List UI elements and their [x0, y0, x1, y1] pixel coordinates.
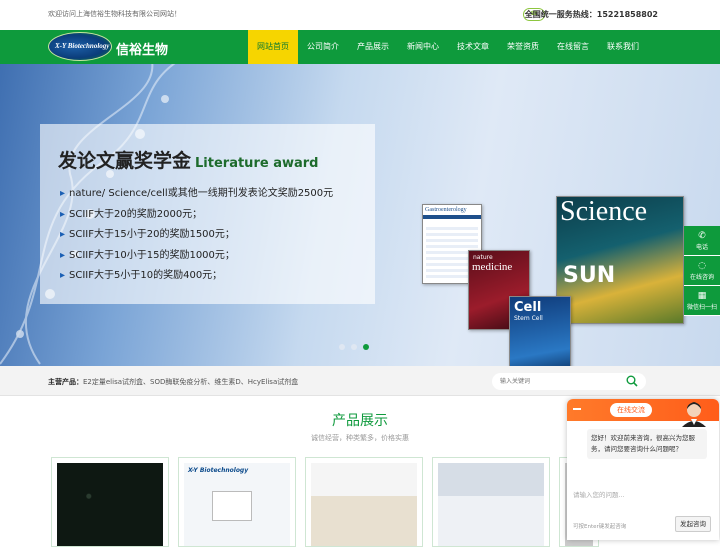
award-title-en: Literature award: [195, 156, 319, 171]
phone-icon: ✆: [698, 231, 706, 241]
welcome-text: 欢迎访问上海信裕生物科技有限公司网站！: [48, 10, 181, 18]
product-cards: X-Y Biotechnology: [51, 457, 599, 547]
search-icon[interactable]: [626, 375, 638, 387]
journal-title: Gastroenterology: [423, 205, 481, 219]
journal-subtitle: Stem Cell: [514, 315, 543, 322]
top-bar: 欢迎访问上海信裕生物科技有限公司网站！ ☎ 全国统一服务热线：152218588…: [0, 0, 720, 30]
award-list: nature/ Science/cell或其他一线期刊发表论文奖励2500元 S…: [60, 184, 333, 287]
nav-menu: 网站首页 公司简介 产品展示 新闻中心 技术文章 荣誉资质 在线留言 联系我们: [248, 30, 648, 64]
sidebar-label: 微信扫一扫: [686, 304, 717, 311]
award-item: SCIIF大于20的奖励2000元；: [60, 205, 333, 226]
nav-item[interactable]: 新闻中心: [398, 30, 448, 64]
product-box: [212, 491, 252, 521]
nav-item[interactable]: 联系我们: [598, 30, 648, 64]
nav-item[interactable]: 公司简介: [298, 30, 348, 64]
product-card[interactable]: [305, 457, 423, 547]
nav-item[interactable]: 技术文章: [448, 30, 498, 64]
chat-icon: ◌: [698, 261, 706, 271]
journal-title: Cell: [514, 300, 542, 315]
logo-mark: X-Y Biotechnology: [48, 32, 112, 61]
main-products-keywords: 主营产品：E2定量elisa试剂盒、SOD酶联免疫分析、维生素D、HcyElis…: [48, 377, 298, 387]
nav-item[interactable]: 在线留言: [548, 30, 598, 64]
journal-title: Science: [560, 196, 648, 227]
journal-cover-science: Science SUN: [556, 196, 684, 324]
sidebar-wechat-button[interactable]: ▦ 微信扫一扫: [684, 286, 720, 316]
agent-avatar: [682, 402, 706, 427]
search-box: [492, 373, 646, 390]
hotline-label: 全国统一服务热线：: [524, 10, 597, 19]
chat-hint: 可按Enter键发起咨询: [573, 524, 627, 530]
nav-item[interactable]: 产品展示: [348, 30, 398, 64]
logo-mark-text: X-Y Biotechnology: [55, 42, 110, 50]
chat-status: 在线交流: [610, 403, 652, 417]
product-image[interactable]: [311, 463, 417, 546]
slider-dots: [339, 344, 369, 350]
product-image[interactable]: [438, 463, 544, 546]
product-card[interactable]: [432, 457, 550, 547]
slider-dot-active[interactable]: [363, 344, 369, 350]
slider-dot[interactable]: [351, 344, 357, 350]
hotline: 全国统一服务热线：15221858802: [525, 9, 658, 20]
sidebar-phone-button[interactable]: ✆ 电话: [684, 226, 720, 256]
slider-dot[interactable]: [339, 344, 345, 350]
keywords-text: E2定量elisa试剂盒、SOD酶联免疫分析、维生素D、HcyElisa试剂盒: [83, 378, 299, 386]
hotline-number: 15221858802: [596, 10, 658, 19]
logo-name: 信裕生物: [116, 43, 169, 58]
journal-top: nature: [473, 254, 493, 261]
nav-item[interactable]: 网站首页: [248, 30, 298, 64]
sidebar-chat-button[interactable]: ◌ 在线咨询: [684, 256, 720, 286]
floating-contact-sidebar: ✆ 电话 ◌ 在线咨询 ▦ 微信扫一扫: [684, 226, 720, 316]
search-input[interactable]: [500, 376, 610, 387]
award-title-cn: 发论文赢奖学金: [58, 150, 192, 172]
main-navbar: X-Y Biotechnology 信裕生物 网站首页 公司简介 产品展示 新闻中心技…: [0, 30, 720, 64]
journal-title: medicine: [472, 261, 513, 273]
start-chat-button[interactable]: 发起咨询: [675, 516, 711, 532]
award-title: 发论文赢奖学金 Literature award: [58, 146, 318, 173]
minimize-icon[interactable]: [573, 408, 581, 410]
sidebar-label: 在线咨询: [689, 274, 714, 281]
hero-banner: 发论文赢奖学金Literature award nature/ Science/…: [0, 64, 720, 366]
chat-widget: 在线交流 您好！欢迎前来咨询，很高兴为您服务，请问您要咨询什么问题呢？ 请输入您…: [567, 399, 719, 540]
award-item: SCIIF大于5小于10的奖励400元；: [60, 266, 333, 287]
chat-greeting: 您好！欢迎前来咨询，很高兴为您服务，请问您要咨询什么问题呢？: [587, 429, 707, 459]
qr-code-icon: ▦: [697, 291, 707, 301]
award-item: nature/ Science/cell或其他一线期刊发表论文奖励2500元: [60, 184, 333, 205]
product-brand-logo: X-Y Biotechnology: [188, 467, 249, 474]
nav-item[interactable]: 荣誉资质: [498, 30, 548, 64]
keywords-label: 主营产品：: [48, 378, 83, 386]
product-image[interactable]: [57, 463, 163, 546]
award-item: SCIIF大于10小于15的奖励1000元；: [60, 246, 333, 267]
keyword-search-bar: 主营产品：E2定量elisa试剂盒、SOD酶联免疫分析、维生素D、HcyElis…: [0, 366, 720, 396]
product-card[interactable]: [51, 457, 169, 547]
site-logo[interactable]: X-Y Biotechnology 信裕生物: [48, 32, 178, 62]
sidebar-label: 电话: [695, 244, 708, 251]
chat-input[interactable]: 请输入您的问题...: [573, 489, 625, 499]
product-card[interactable]: X-Y Biotechnology: [178, 457, 296, 547]
journal-cover-headline: SUN: [563, 263, 616, 288]
award-panel: 发论文赢奖学金Literature award nature/ Science/…: [40, 124, 375, 304]
journal-cover-cell-stem-cell: Cell Stem Cell: [509, 296, 571, 366]
product-image[interactable]: X-Y Biotechnology: [184, 463, 290, 546]
award-item: SCIIF大于15小于20的奖励1500元；: [60, 225, 333, 246]
